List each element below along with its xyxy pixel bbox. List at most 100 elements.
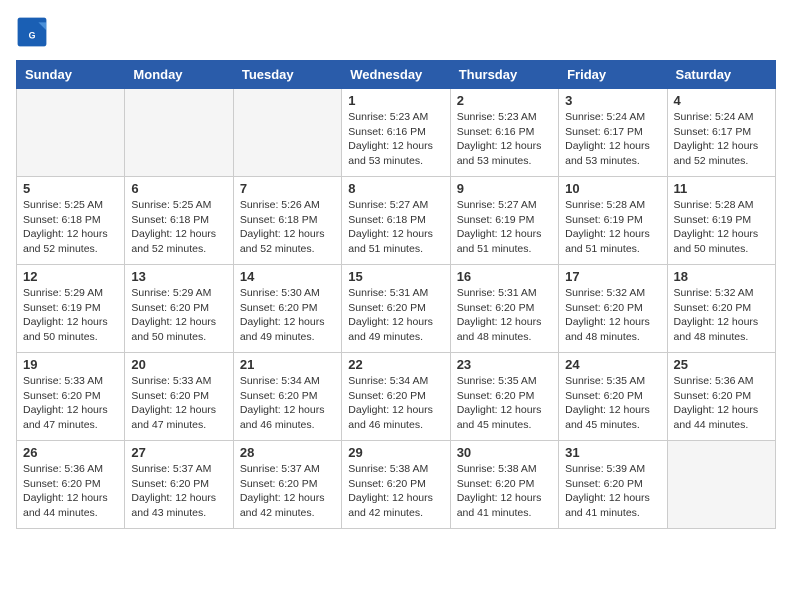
calendar-cell: 22 Sunrise: 5:34 AM Sunset: 6:20 PM Dayli… (342, 353, 450, 441)
svg-text:G: G (29, 30, 36, 40)
page-header: G (16, 16, 776, 48)
day-info: Sunrise: 5:25 AM Sunset: 6:18 PM Dayligh… (131, 198, 226, 257)
day-number: 23 (457, 357, 552, 372)
calendar-cell: 31 Sunrise: 5:39 AM Sunset: 6:20 PM Dayli… (559, 441, 667, 529)
calendar-cell: 26Sunrise: 5:36 AM Sunset: 6:20 PM Dayli… (17, 441, 125, 529)
calendar-cell: 1 Sunrise: 5:23 AM Sunset: 6:16 PM Daylig… (342, 89, 450, 177)
day-number: 15 (348, 269, 443, 284)
day-info: Sunrise: 5:23 AM Sunset: 6:16 PM Dayligh… (348, 110, 443, 169)
day-number: 21 (240, 357, 335, 372)
day-number: 7 (240, 181, 335, 196)
day-number: 5 (23, 181, 118, 196)
calendar-header-row: SundayMondayTuesdayWednesdayThursdayFrid… (17, 61, 776, 89)
logo-icon: G (16, 16, 48, 48)
day-info: Sunrise: 5:30 AM Sunset: 6:20 PM Dayligh… (240, 286, 335, 345)
day-number: 10 (565, 181, 660, 196)
day-number: 14 (240, 269, 335, 284)
day-number: 20 (131, 357, 226, 372)
day-info: Sunrise: 5:34 AM Sunset: 6:20 PM Dayligh… (240, 374, 335, 433)
calendar-cell: 3 Sunrise: 5:24 AM Sunset: 6:17 PM Daylig… (559, 89, 667, 177)
calendar-cell: 28 Sunrise: 5:37 AM Sunset: 6:20 PM Dayli… (233, 441, 341, 529)
logo: G (16, 16, 54, 48)
calendar-cell (233, 89, 341, 177)
calendar-cell: 29 Sunrise: 5:38 AM Sunset: 6:20 PM Dayli… (342, 441, 450, 529)
calendar-cell: 20 Sunrise: 5:33 AM Sunset: 6:20 PM Dayli… (125, 353, 233, 441)
day-info: Sunrise: 5:39 AM Sunset: 6:20 PM Dayligh… (565, 462, 660, 521)
calendar-cell: 2Sunrise: 5:23 AM Sunset: 6:16 PM Daylig… (450, 89, 558, 177)
day-number: 31 (565, 445, 660, 460)
day-info: Sunrise: 5:36 AM Sunset: 6:20 PM Dayligh… (674, 374, 769, 433)
day-number: 19 (23, 357, 118, 372)
day-number: 3 (565, 93, 660, 108)
day-number: 22 (348, 357, 443, 372)
day-number: 28 (240, 445, 335, 460)
day-info: Sunrise: 5:27 AM Sunset: 6:18 PM Dayligh… (348, 198, 443, 257)
day-number: 30 (457, 445, 552, 460)
calendar-table: SundayMondayTuesdayWednesdayThursdayFrid… (16, 60, 776, 529)
day-info: Sunrise: 5:34 AM Sunset: 6:20 PM Dayligh… (348, 374, 443, 433)
day-info: Sunrise: 5:37 AM Sunset: 6:20 PM Dayligh… (131, 462, 226, 521)
day-header-wednesday: Wednesday (342, 61, 450, 89)
calendar-cell: 7 Sunrise: 5:26 AM Sunset: 6:18 PM Daylig… (233, 177, 341, 265)
day-info: Sunrise: 5:25 AM Sunset: 6:18 PM Dayligh… (23, 198, 118, 257)
day-info: Sunrise: 5:28 AM Sunset: 6:19 PM Dayligh… (565, 198, 660, 257)
day-number: 6 (131, 181, 226, 196)
day-info: Sunrise: 5:32 AM Sunset: 6:20 PM Dayligh… (565, 286, 660, 345)
day-info: Sunrise: 5:37 AM Sunset: 6:20 PM Dayligh… (240, 462, 335, 521)
calendar-cell: 30 Sunrise: 5:38 AM Sunset: 6:20 PM Dayli… (450, 441, 558, 529)
calendar-cell: 23Sunrise: 5:35 AM Sunset: 6:20 PM Dayli… (450, 353, 558, 441)
day-number: 13 (131, 269, 226, 284)
calendar-cell: 4Sunrise: 5:24 AM Sunset: 6:17 PM Daylig… (667, 89, 775, 177)
day-info: Sunrise: 5:35 AM Sunset: 6:20 PM Dayligh… (565, 374, 660, 433)
day-header-monday: Monday (125, 61, 233, 89)
calendar-cell: 17 Sunrise: 5:32 AM Sunset: 6:20 PM Dayli… (559, 265, 667, 353)
day-info: Sunrise: 5:26 AM Sunset: 6:18 PM Dayligh… (240, 198, 335, 257)
day-info: Sunrise: 5:32 AM Sunset: 6:20 PM Dayligh… (674, 286, 769, 345)
day-header-friday: Friday (559, 61, 667, 89)
calendar-cell: 16 Sunrise: 5:31 AM Sunset: 6:20 PM Dayli… (450, 265, 558, 353)
day-number: 26 (23, 445, 118, 460)
calendar-cell: 10 Sunrise: 5:28 AM Sunset: 6:19 PM Dayli… (559, 177, 667, 265)
calendar-week-4: 19 Sunrise: 5:33 AM Sunset: 6:20 PM Dayli… (17, 353, 776, 441)
day-header-tuesday: Tuesday (233, 61, 341, 89)
calendar-cell (667, 441, 775, 529)
calendar-cell: 12 Sunrise: 5:29 AM Sunset: 6:19 PM Dayli… (17, 265, 125, 353)
calendar-cell (17, 89, 125, 177)
calendar-cell: 19Sunrise: 5:33 AM Sunset: 6:20 PM Dayli… (17, 353, 125, 441)
day-info: Sunrise: 5:38 AM Sunset: 6:20 PM Dayligh… (457, 462, 552, 521)
calendar-week-2: 5 Sunrise: 5:25 AM Sunset: 6:18 PM Daylig… (17, 177, 776, 265)
day-info: Sunrise: 5:28 AM Sunset: 6:19 PM Dayligh… (674, 198, 769, 257)
calendar-cell: 15 Sunrise: 5:31 AM Sunset: 6:20 PM Dayli… (342, 265, 450, 353)
calendar-cell (125, 89, 233, 177)
calendar-cell: 13Sunrise: 5:29 AM Sunset: 6:20 PM Dayli… (125, 265, 233, 353)
day-number: 12 (23, 269, 118, 284)
day-info: Sunrise: 5:24 AM Sunset: 6:17 PM Dayligh… (565, 110, 660, 169)
day-info: Sunrise: 5:24 AM Sunset: 6:17 PM Dayligh… (674, 110, 769, 169)
day-number: 2 (457, 93, 552, 108)
day-number: 1 (348, 93, 443, 108)
calendar-cell: 24 Sunrise: 5:35 AM Sunset: 6:20 PM Dayli… (559, 353, 667, 441)
calendar-cell: 14 Sunrise: 5:30 AM Sunset: 6:20 PM Dayli… (233, 265, 341, 353)
day-info: Sunrise: 5:33 AM Sunset: 6:20 PM Dayligh… (131, 374, 226, 433)
day-info: Sunrise: 5:31 AM Sunset: 6:20 PM Dayligh… (457, 286, 552, 345)
day-number: 27 (131, 445, 226, 460)
calendar-week-5: 26Sunrise: 5:36 AM Sunset: 6:20 PM Dayli… (17, 441, 776, 529)
calendar-cell: 25 Sunrise: 5:36 AM Sunset: 6:20 PM Dayli… (667, 353, 775, 441)
day-number: 25 (674, 357, 769, 372)
day-number: 17 (565, 269, 660, 284)
day-number: 9 (457, 181, 552, 196)
calendar-cell: 27 Sunrise: 5:37 AM Sunset: 6:20 PM Dayli… (125, 441, 233, 529)
calendar-cell: 18Sunrise: 5:32 AM Sunset: 6:20 PM Dayli… (667, 265, 775, 353)
day-info: Sunrise: 5:38 AM Sunset: 6:20 PM Dayligh… (348, 462, 443, 521)
day-number: 24 (565, 357, 660, 372)
day-info: Sunrise: 5:27 AM Sunset: 6:19 PM Dayligh… (457, 198, 552, 257)
calendar-cell: 11Sunrise: 5:28 AM Sunset: 6:19 PM Dayli… (667, 177, 775, 265)
calendar-cell: 6 Sunrise: 5:25 AM Sunset: 6:18 PM Daylig… (125, 177, 233, 265)
calendar-cell: 9 Sunrise: 5:27 AM Sunset: 6:19 PM Daylig… (450, 177, 558, 265)
day-header-saturday: Saturday (667, 61, 775, 89)
day-info: Sunrise: 5:29 AM Sunset: 6:19 PM Dayligh… (23, 286, 118, 345)
day-info: Sunrise: 5:31 AM Sunset: 6:20 PM Dayligh… (348, 286, 443, 345)
day-number: 16 (457, 269, 552, 284)
calendar-cell: 5 Sunrise: 5:25 AM Sunset: 6:18 PM Daylig… (17, 177, 125, 265)
day-number: 29 (348, 445, 443, 460)
